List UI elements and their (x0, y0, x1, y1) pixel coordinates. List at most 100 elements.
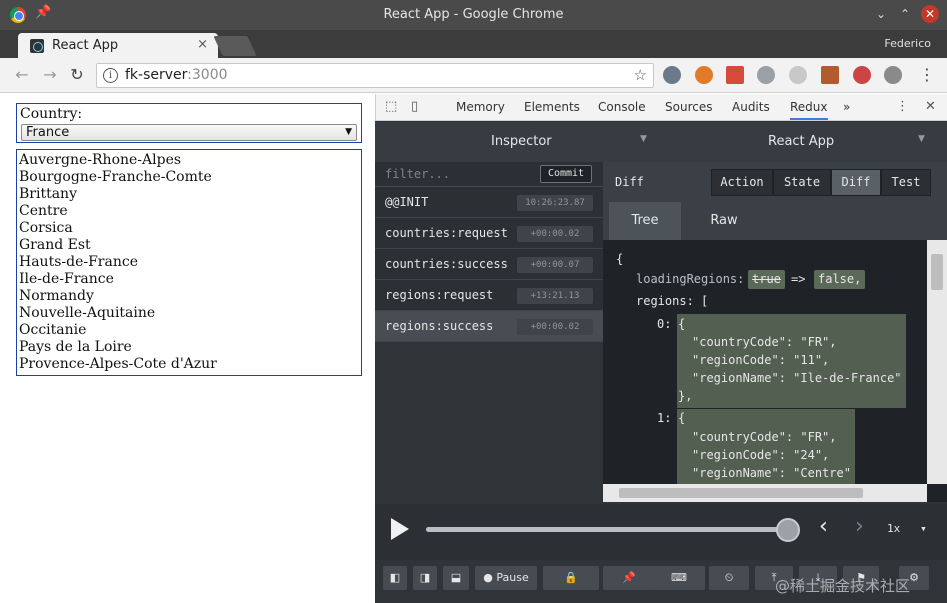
region-item[interactable]: Hauts-de-France (19, 254, 138, 270)
pin-button-icon[interactable]: 📌 (603, 566, 655, 590)
slider-handle[interactable] (776, 518, 800, 542)
tab-tree[interactable]: Tree (609, 202, 681, 240)
new-tab-button[interactable] (213, 36, 257, 56)
horizontal-scroll-thumb[interactable] (619, 488, 863, 498)
profile-name[interactable]: Federico (884, 37, 931, 50)
mode-state-button[interactable]: State (773, 169, 831, 196)
mode-test-button[interactable]: Test (881, 169, 931, 196)
screen: 📌 React App - Google Chrome ⌄ ⌃ ✕ React … (0, 0, 947, 603)
pause-label: Pause (496, 571, 529, 584)
region-item[interactable]: Pays de la Loire (19, 339, 132, 355)
more-tabs-icon[interactable]: » (843, 100, 850, 114)
device-toolbar-icon[interactable]: ▯ (411, 99, 418, 114)
bookmark-star-icon[interactable]: ☆ (634, 66, 647, 84)
back-arrow-icon[interactable]: ← (12, 65, 32, 85)
time-travel-slider[interactable] (426, 518, 800, 542)
extension-cors-icon[interactable] (884, 66, 902, 84)
tab-redux[interactable]: Redux (790, 100, 828, 120)
forward-arrow-icon[interactable]: → (40, 65, 60, 85)
extension-target-icon[interactable] (853, 66, 871, 84)
playback-speed[interactable]: 1x ▾ (887, 522, 927, 535)
horizontal-scrollbar[interactable] (603, 484, 927, 502)
maximize-icon[interactable]: ⌃ (896, 5, 914, 23)
extension-hand-icon[interactable] (695, 66, 713, 84)
action-row[interactable]: @@INIT 10:26:23.87 (375, 187, 603, 218)
commit-button[interactable]: Commit (540, 165, 592, 183)
lock-icon[interactable]: 🔒 (543, 566, 599, 590)
country-panel: Country: France ▼ (16, 103, 362, 143)
region-item[interactable]: Nouvelle-Aquitaine (19, 305, 155, 321)
region-item[interactable]: Provence-Alpes-Cote d'Azur (19, 356, 217, 372)
item-index[interactable]: 1: (657, 411, 671, 425)
devtools-menu-icon[interactable]: ⋮ (896, 99, 909, 114)
vertical-scrollbar[interactable] (927, 240, 947, 484)
action-row-selected[interactable]: regions:success +00:00.02 (375, 311, 603, 342)
watermark: @稀土掘金技术社区 (775, 577, 911, 595)
tab-audits[interactable]: Audits (732, 100, 770, 114)
dock-right-icon[interactable]: ◨ (413, 566, 437, 590)
region-item[interactable]: Grand Est (19, 237, 91, 253)
chrome-menu-icon[interactable]: ⋮ (917, 65, 937, 85)
country-label: Country: (20, 106, 83, 122)
region-item[interactable]: Brittany (19, 186, 77, 202)
extension-dot-icon[interactable] (789, 66, 807, 84)
action-time: 10:26:23.87 (517, 195, 593, 211)
country-select[interactable]: France ▼ (21, 124, 357, 141)
address-bar[interactable]: i fk-server:3000 ☆ (96, 63, 654, 88)
devtools-panel: ⬚ ▯ Memory Elements Console Sources Audi… (375, 94, 947, 603)
dock-bottom-icon[interactable]: ⬓ (443, 566, 469, 590)
vertical-scroll-thumb[interactable] (931, 254, 943, 290)
extension-mail-icon[interactable] (726, 66, 744, 84)
window-title: React App - Google Chrome (383, 7, 564, 22)
action-name: regions:success (385, 319, 494, 333)
new-value: false, (814, 270, 866, 289)
action-row[interactable]: countries:request +00:00.02 (375, 218, 603, 249)
minimize-icon[interactable]: ⌄ (872, 5, 890, 23)
reload-icon[interactable]: ↻ (67, 65, 87, 85)
root-open-brace: { (616, 252, 624, 266)
tab-raw[interactable]: Raw (685, 202, 763, 240)
region-item[interactable]: Ile-de-France (19, 271, 114, 287)
filter-row: filter... Commit (375, 162, 603, 187)
monitor-dropdown-icon[interactable]: ▼ (640, 134, 647, 144)
tab-elements[interactable]: Elements (524, 100, 580, 114)
extension-down-icon[interactable] (757, 66, 775, 84)
tab-sources[interactable]: Sources (665, 100, 712, 114)
persist-icon[interactable]: ⏲ (709, 566, 749, 590)
loading-regions-key[interactable]: loadingRegions: (636, 272, 744, 286)
step-forward-icon[interactable]: › (855, 514, 864, 539)
extension-globe-icon[interactable] (663, 66, 681, 84)
instance-selector[interactable]: React App (768, 134, 834, 149)
tab-console[interactable]: Console (598, 100, 646, 114)
close-window-icon[interactable]: ✕ (921, 5, 939, 23)
devtools-close-icon[interactable]: ✕ (925, 99, 936, 114)
item-index[interactable]: 0: (657, 317, 671, 331)
redux-header: Inspector ▼ React App ▼ (375, 122, 947, 162)
keyboard-icon[interactable]: ⌨ (653, 566, 705, 590)
action-row[interactable]: countries:success +00:00.07 (375, 249, 603, 280)
dock-left-icon[interactable]: ◧ (383, 566, 407, 590)
regions-key[interactable]: regions: [ (636, 294, 708, 308)
action-row[interactable]: regions:request +13:21.13 (375, 280, 603, 311)
region-item[interactable]: Normandy (19, 288, 94, 304)
step-back-icon[interactable]: ‹ (819, 514, 828, 539)
inspect-element-icon[interactable]: ⬚ (385, 99, 397, 114)
region-item[interactable]: Corsica (19, 220, 73, 236)
info-icon[interactable]: i (103, 68, 118, 83)
mode-diff-button[interactable]: Diff (831, 169, 881, 196)
region-item[interactable]: Bourgogne-Franche-Comte (19, 169, 212, 185)
region-item[interactable]: Centre (19, 203, 68, 219)
mode-action-button[interactable]: Action (711, 169, 773, 196)
tab-close-icon[interactable]: × (197, 37, 208, 52)
play-icon[interactable] (391, 518, 409, 540)
action-filter-input[interactable]: filter... (385, 167, 450, 181)
diff-tree: { loadingRegions: true => false, regions… (603, 240, 927, 484)
instance-dropdown-icon[interactable]: ▼ (918, 134, 925, 144)
region-item[interactable]: Auvergne-Rhone-Alpes (19, 152, 181, 168)
browser-tab[interactable]: React App × (18, 33, 218, 58)
extension-photo-icon[interactable] (821, 66, 839, 84)
region-item[interactable]: Occitanie (19, 322, 86, 338)
tab-memory[interactable]: Memory (456, 100, 505, 114)
monitor-selector[interactable]: Inspector (491, 134, 552, 149)
pause-button[interactable]: ● Pause (475, 566, 537, 590)
